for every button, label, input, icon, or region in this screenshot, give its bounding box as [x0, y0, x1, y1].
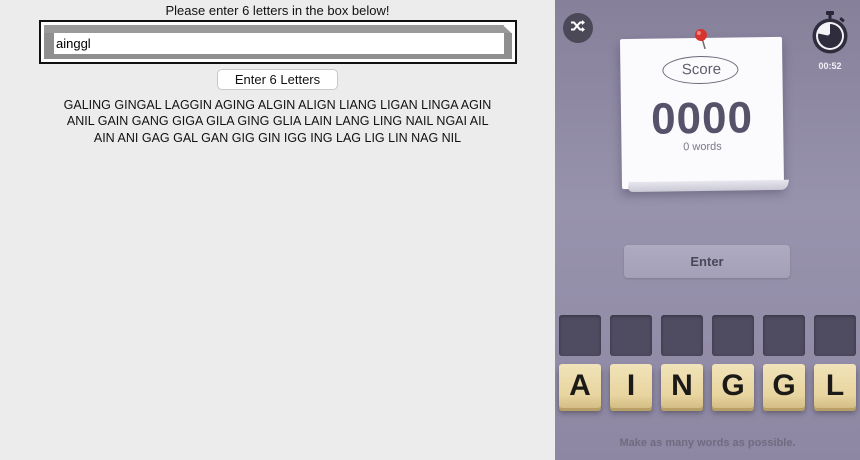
result-word: LIGAN: [380, 98, 418, 112]
letters-input[interactable]: [54, 33, 504, 54]
letter-entry-panel: Please enter 6 letters in the box below!…: [0, 0, 555, 460]
letter-tile[interactable]: L: [814, 364, 856, 408]
result-word: ING: [310, 130, 333, 145]
result-word: GIGA: [172, 114, 203, 129]
result-word: GAIN: [97, 114, 129, 129]
result-word: ANIL: [66, 114, 95, 129]
letters-input-frame: [39, 20, 517, 64]
word-results-list: GALING GINGAL LAGGIN AGING ALGIN ALIGN L…: [60, 97, 495, 146]
result-word: LIG: [364, 130, 385, 145]
result-word: LING: [372, 114, 403, 129]
result-word: GAN: [201, 130, 229, 145]
answer-slot[interactable]: [763, 315, 805, 356]
instruction-hint: Make as many words as possible.: [619, 437, 796, 449]
letter-tile[interactable]: N: [661, 364, 703, 408]
score-note: Score 0000 0 words: [619, 29, 785, 190]
answer-slots: [559, 315, 859, 359]
result-word: ANI: [117, 130, 139, 145]
enter-word-button[interactable]: Enter: [624, 245, 790, 278]
result-word: LIN: [388, 130, 408, 145]
result-word: ALGIN: [257, 98, 296, 112]
answer-slot[interactable]: [712, 315, 754, 356]
score-label-oval: Score: [662, 55, 739, 85]
result-word: GIG: [231, 130, 255, 145]
pushpin-icon: [694, 28, 710, 55]
shuffle-button[interactable]: [563, 13, 593, 43]
timer-readout: 00:52: [818, 61, 842, 71]
result-word: GALING: [63, 98, 111, 112]
answer-slot[interactable]: [814, 315, 856, 356]
answer-slot[interactable]: [559, 315, 601, 356]
letter-tile[interactable]: A: [559, 364, 601, 408]
result-word: GAL: [173, 130, 198, 145]
letter-tile[interactable]: G: [763, 364, 805, 408]
letter-tile[interactable]: I: [610, 364, 652, 408]
result-word: LANG: [335, 114, 370, 129]
word-game-panel: 00:52 Score 0000 0 words Enter AINGGL Ma…: [555, 0, 860, 460]
result-word: NGAI: [436, 114, 467, 129]
result-word: GIN: [258, 130, 281, 145]
result-word: LAG: [336, 130, 362, 145]
result-word: AGIN: [460, 98, 492, 112]
result-word: ALIGN: [298, 98, 336, 112]
result-word: NAG: [411, 130, 439, 145]
result-word: LIANG: [339, 98, 377, 112]
result-word: NIL: [441, 130, 462, 145]
result-word: GANG: [131, 114, 169, 129]
score-value: 0000: [650, 93, 754, 144]
result-word: GAG: [141, 130, 170, 145]
shuffle-icon: [570, 19, 586, 38]
result-word: LAIN: [304, 114, 332, 129]
letter-tile[interactable]: G: [712, 364, 754, 408]
result-word: IGG: [283, 130, 307, 145]
timer: 00:52: [810, 11, 850, 71]
result-word: NAIL: [405, 114, 433, 129]
instruction-text: Please enter 6 letters in the box below!: [165, 3, 390, 18]
result-word: LAGGIN: [164, 98, 212, 112]
result-word: AGING: [214, 98, 256, 112]
stopwatch-icon: [810, 11, 850, 59]
result-word: GLIA: [272, 114, 301, 129]
result-word: AIN: [93, 130, 115, 145]
letter-tiles: AINGGL: [559, 364, 859, 410]
enter-letters-button[interactable]: Enter 6 Letters: [217, 69, 338, 90]
result-word: LINGA: [421, 98, 458, 112]
answer-slot[interactable]: [610, 315, 652, 356]
words-found-count: 0 words: [683, 140, 722, 154]
letters-input-bevel: [44, 25, 512, 59]
score-label: Score: [681, 60, 722, 79]
result-word: GILA: [206, 114, 234, 129]
result-word: GING: [237, 114, 270, 129]
result-word: GINGAL: [114, 98, 162, 112]
answer-slot[interactable]: [661, 315, 703, 356]
result-word: AIL: [469, 114, 489, 129]
